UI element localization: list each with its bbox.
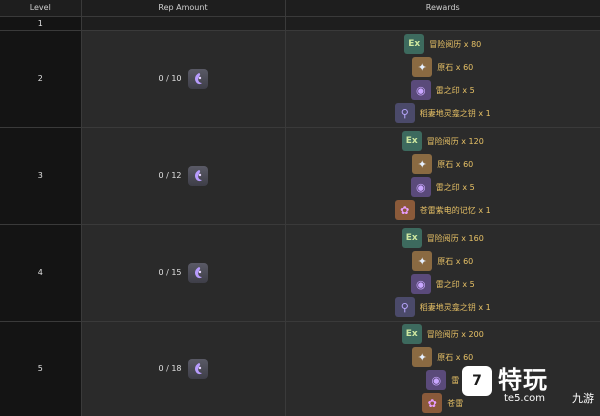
reward-label: 原石 x 60	[437, 256, 474, 266]
rep-amount: 0 / 15	[158, 262, 208, 283]
reputation-table: Level Rep Amount Rewards 12 0 / 10 Ex 冒险阅历 …	[0, 0, 600, 416]
header-row: Level Rep Amount Rewards	[0, 0, 600, 17]
reward-item: ✿ 苍雷	[422, 393, 463, 413]
memory-icon: ✿	[394, 200, 415, 220]
reward-label: 原石 x 60	[437, 159, 474, 169]
reward-label: 冒险阅历 x 160	[426, 233, 484, 243]
header-level: Level	[0, 0, 82, 17]
level-cell: 2	[0, 30, 82, 128]
reward-label: 雷之印 x 5	[435, 279, 475, 289]
reward-label: 冒险阅历 x 80	[429, 39, 482, 49]
primogem-icon: ✦	[412, 154, 433, 174]
reward-label: 原石 x 60	[437, 62, 474, 72]
reward-label: 稻妻地灵龛之钥 x 1	[419, 108, 491, 118]
electro-seal-icon: ◉	[410, 274, 431, 294]
rewards-cell: Ex 冒险阅历 x 80 ✦ 原石 x 60 ◉ 雷之印 x 5 ⚲ 稻妻地灵龛之钥 x 1	[285, 30, 600, 128]
reward-label: 冒险阅历 x 120	[426, 136, 484, 146]
level-cell: 1	[0, 16, 82, 31]
reward-item: ✦ 原石 x 60	[412, 57, 473, 77]
reward-item: ✦ 原石 x 60	[412, 154, 473, 174]
reward-list: Ex 冒险阅历 x 120 ✦ 原石 x 60 ◉ 雷之印 x 5 ✿ 苍雷紫电的记忆 x 1	[286, 131, 600, 220]
rewards-cell: Ex 冒险阅历 x 120 ✦ 原石 x 60 ◉ 雷之印 x 5 ✿ 苍雷紫电的记忆 x 1	[285, 127, 600, 225]
rep-amount: 0 / 10	[158, 68, 208, 89]
watermark-corner-text: 九游	[572, 392, 594, 405]
table-row: 2 0 / 10 Ex 冒险阅历 x 80 ✦ 原石 x 60 ◉ 雷之印 x 5 ⚲ 稻妻地灵龛…	[0, 30, 600, 128]
table-row: 3 0 / 12 Ex 冒险阅历 x 120 ✦ 原石 x 60 ◉ 雷之印 x 5 ✿ 苍雷紫电…	[0, 127, 600, 225]
reputation-token-icon	[187, 358, 208, 379]
reward-list: Ex 冒险阅历 x 160 ✦ 原石 x 60 ◉ 雷之印 x 5 ⚲ 稻妻地灵龛之钥 x 1	[286, 228, 600, 317]
key-icon: ⚲	[394, 297, 415, 317]
reputation-token-icon	[187, 165, 208, 186]
reward-label: 冒险阅历 x 200	[426, 329, 484, 339]
rep-amount-value: 0 / 10	[158, 74, 182, 83]
rewards-cell: Ex 冒险阅历 x 160 ✦ 原石 x 60 ◉ 雷之印 x 5 ⚲ 稻妻地灵龛之钥 x 1	[285, 224, 600, 322]
reward-item: ✦ 原石 x 60	[412, 251, 473, 271]
primogem-icon: ✦	[412, 347, 433, 367]
reward-item: ◉ 雷之印 x 5	[410, 177, 475, 197]
rep-amount-cell	[81, 16, 286, 31]
watermark-sub-text: te5.com	[504, 393, 545, 404]
electro-seal-icon: ◉	[410, 80, 431, 100]
rep-amount-cell: 0 / 10	[81, 30, 286, 128]
rep-amount-cell: 0 / 12	[81, 127, 286, 225]
rep-amount: 0 / 12	[158, 165, 208, 186]
rep-amount: 0 / 18	[158, 358, 208, 379]
memory-icon: ✿	[422, 393, 443, 413]
primogem-icon: ✦	[412, 251, 433, 271]
primogem-icon: ✦	[412, 57, 433, 77]
reward-item: ◉ 雷之印 x 5	[410, 80, 475, 100]
reward-label: 苍雷紫电的记忆 x 1	[419, 205, 491, 215]
reward-label: 雷	[451, 375, 460, 385]
reward-label: 雷之印 x 5	[435, 85, 475, 95]
rewards-cell	[285, 16, 600, 31]
reward-label: 苍雷	[447, 398, 464, 408]
key-icon: ⚲	[394, 103, 415, 123]
site-watermark: 7 特玩 te5.com 九游	[462, 360, 594, 412]
reputation-token-icon	[187, 262, 208, 283]
reward-item: Ex 冒险阅历 x 160	[401, 228, 484, 248]
rep-amount-cell: 0 / 15	[81, 224, 286, 322]
level-cell: 3	[0, 127, 82, 225]
rep-amount-value: 0 / 12	[158, 171, 182, 180]
watermark-main-text: 特玩	[498, 366, 548, 394]
rep-amount-value: 0 / 18	[158, 364, 182, 373]
reward-label: 稻妻地灵龛之钥 x 1	[419, 302, 491, 312]
reward-item: ⚲ 稻妻地灵龛之钥 x 1	[394, 297, 491, 317]
level-cell: 4	[0, 224, 82, 322]
table-row: 4 0 / 15 Ex 冒险阅历 x 160 ✦ 原石 x 60 ◉ 雷之印 x 5 ⚲ 稻妻地灵…	[0, 224, 600, 322]
reward-item: ✿ 苍雷紫电的记忆 x 1	[394, 200, 491, 220]
reward-item: ⚲ 稻妻地灵龛之钥 x 1	[394, 103, 491, 123]
header-rewards: Rewards	[285, 0, 600, 17]
electro-seal-icon: ◉	[410, 177, 431, 197]
table-row: 1	[0, 16, 600, 31]
exp-book-icon: Ex	[401, 131, 422, 151]
reward-item: ◉ 雷之印 x 5	[410, 274, 475, 294]
reputation-token-icon	[187, 68, 208, 89]
exp-book-icon: Ex	[401, 324, 422, 344]
reward-item: ◉ 雷	[426, 370, 459, 390]
rep-amount-cell: 0 / 18	[81, 321, 286, 416]
level-cell: 5	[0, 321, 82, 416]
exp-book-icon: Ex	[404, 34, 425, 54]
reward-list: Ex 冒险阅历 x 80 ✦ 原石 x 60 ◉ 雷之印 x 5 ⚲ 稻妻地灵龛之钥 x 1	[286, 34, 600, 123]
reward-item: Ex 冒险阅历 x 120	[401, 131, 484, 151]
header-rep-amount: Rep Amount	[81, 0, 286, 17]
reward-label: 雷之印 x 5	[435, 182, 475, 192]
exp-book-icon: Ex	[401, 228, 422, 248]
reward-item: Ex 冒险阅历 x 80	[404, 34, 481, 54]
electro-seal-icon: ◉	[426, 370, 447, 390]
reward-item: Ex 冒险阅历 x 200	[401, 324, 484, 344]
watermark-logo: 7	[462, 366, 492, 396]
rep-amount-value: 0 / 15	[158, 268, 182, 277]
